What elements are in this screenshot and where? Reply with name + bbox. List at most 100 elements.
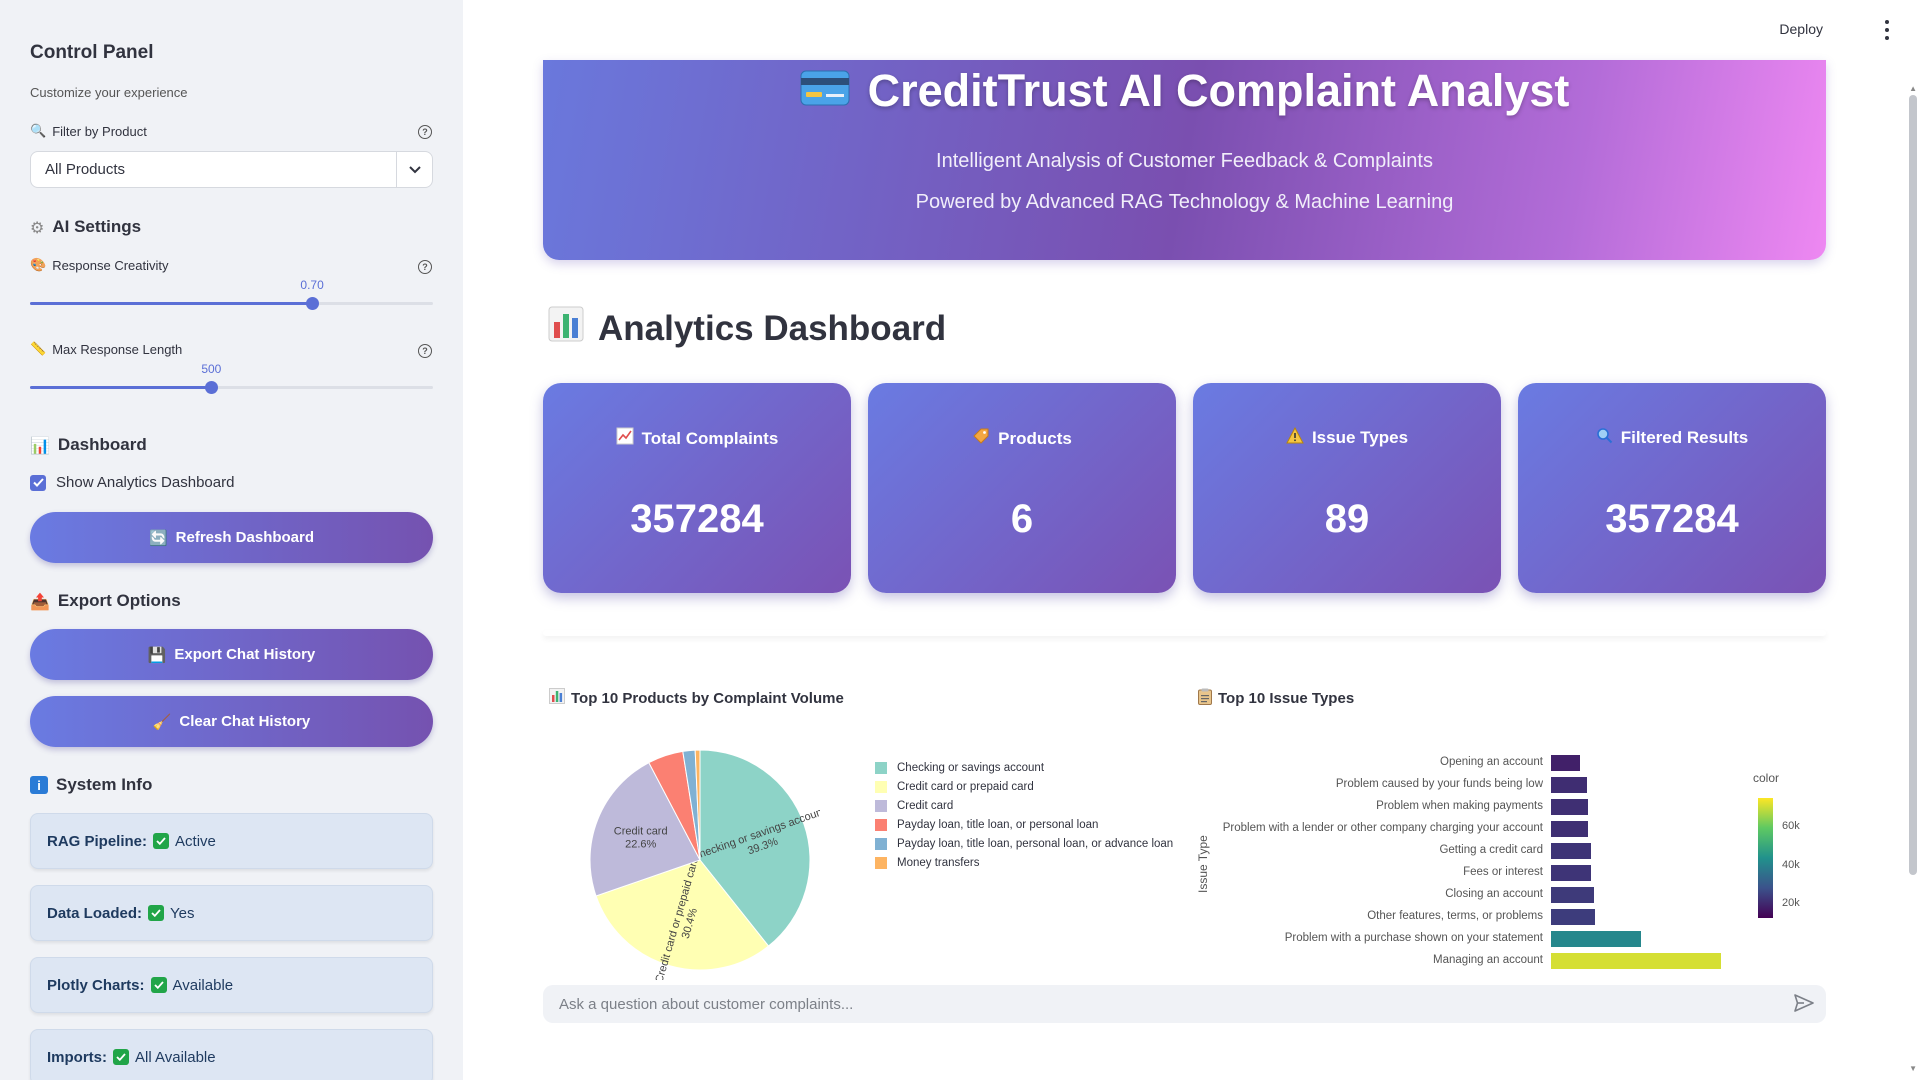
product-filter-select[interactable]: All Products (30, 151, 433, 188)
legend-swatch (875, 837, 887, 850)
bar[interactable] (1551, 953, 1721, 969)
bar-chart-title-row: Top 10 Issue Types (1198, 688, 1354, 709)
plotly-charts-status: Plotly Charts: Available (30, 957, 433, 1013)
more-menu-icon[interactable] (1884, 20, 1890, 40)
search-icon: 🔍 (30, 124, 47, 139)
bar[interactable] (1551, 865, 1591, 881)
check-icon (148, 905, 165, 921)
export-chat-button[interactable]: 💾 Export Chat History (30, 629, 433, 680)
bar-chart-icon (549, 688, 565, 708)
scroll-down-arrow[interactable]: ▼ (1909, 1064, 1917, 1073)
maxlen-value: 500 (201, 362, 222, 376)
legend-label: Credit card (897, 799, 954, 812)
metric-value: 6 (1010, 497, 1034, 541)
top-bar: Deploy (463, 0, 1920, 60)
show-dashboard-checkbox[interactable] (30, 474, 46, 491)
chevron-down-icon[interactable] (396, 152, 432, 187)
bar-category-label: Problem when making payments (1376, 800, 1543, 812)
warning-icon (1286, 426, 1304, 449)
creativity-value: 0.70 (300, 278, 324, 292)
legend-item[interactable]: Credit card or prepaid card (875, 777, 1173, 796)
help-icon[interactable]: ? (418, 125, 432, 139)
outbox-icon: 📤 (30, 591, 50, 611)
creativity-slider[interactable] (30, 293, 433, 313)
colorbar-tick: 20k (1782, 897, 1800, 909)
help-icon[interactable]: ? (418, 344, 432, 358)
bar[interactable] (1551, 799, 1589, 815)
bar[interactable] (1551, 821, 1589, 837)
legend-item[interactable]: Checking or savings account (875, 758, 1173, 777)
bar[interactable] (1551, 777, 1587, 793)
metric-card-issue-types: Issue Types 89 (1193, 383, 1501, 593)
metric-label-row: Total Complaints (543, 427, 851, 450)
bar[interactable] (1551, 755, 1581, 771)
help-icon[interactable]: ? (418, 260, 432, 274)
sysinfo-heading-row: i System Info (30, 775, 152, 795)
legend-swatch (875, 780, 887, 793)
colorbar-tick: 40k (1782, 859, 1800, 871)
show-dashboard-checkbox-row[interactable]: Show Analytics Dashboard (30, 474, 234, 491)
bar-category-label: Problem with a lender or other company c… (1222, 822, 1543, 834)
metric-label: Total Complaints (641, 428, 779, 448)
main-scrollbar[interactable] (1909, 95, 1917, 875)
info-value: All Available (135, 1048, 216, 1066)
bar[interactable] (1551, 931, 1642, 947)
creativity-label-row: 🎨 Response Creativity (30, 258, 169, 273)
bar[interactable] (1551, 909, 1595, 925)
legend-item[interactable]: Payday loan, title loan, or personal loa… (875, 815, 1173, 834)
colorbar (1758, 798, 1773, 918)
slider-thumb[interactable] (205, 381, 219, 394)
filter-label: Filter by Product (52, 124, 147, 139)
sidebar: Control Panel Customize your experience … (0, 0, 463, 1080)
legend-swatch (875, 856, 887, 869)
metric-card-filtered-results: Filtered Results 357284 (1518, 383, 1826, 593)
creativity-label: Response Creativity (52, 258, 169, 273)
maxlen-slider[interactable] (30, 377, 433, 397)
legend-item[interactable]: Payday loan, title loan, personal loan, … (875, 834, 1173, 853)
bar-category-label: Problem caused by your funds being low (1335, 778, 1543, 790)
bar[interactable] (1551, 887, 1594, 903)
legend-item[interactable]: Money transfers (875, 853, 1173, 872)
sidebar-subtitle: Customize your experience (30, 85, 188, 100)
tag-icon (972, 427, 990, 450)
bar-category-label: Other features, terms, or problems (1367, 910, 1543, 922)
deploy-button[interactable]: Deploy (1779, 21, 1823, 37)
legend-swatch (875, 761, 887, 774)
ruler-icon: 📏 (30, 342, 47, 357)
bar-chart-y-axis-title: Issue Type (1196, 835, 1210, 893)
product-filter-value: All Products (45, 161, 126, 178)
dashboard-title-row: Analytics Dashboard (548, 306, 946, 351)
clear-chat-label: Clear Chat History (179, 713, 311, 730)
metric-label: Filtered Results (1620, 428, 1749, 447)
sidebar-title: Control Panel (30, 42, 154, 63)
bar-chart-icon: 📊 (30, 435, 50, 455)
send-icon[interactable] (1794, 994, 1814, 1016)
search-icon (1596, 427, 1613, 449)
sysinfo-heading: System Info (56, 775, 153, 794)
bar[interactable] (1551, 843, 1591, 859)
chat-input[interactable]: Ask a question about customer complaints… (543, 985, 1826, 1023)
section-divider (543, 630, 1826, 636)
bar-category-label: Opening an account (1440, 756, 1543, 768)
metric-label: Products (998, 428, 1072, 448)
legend-item[interactable]: Credit card (875, 796, 1173, 815)
legend-swatch (875, 799, 887, 812)
palette-icon: 🎨 (30, 258, 47, 273)
refresh-dashboard-label: Refresh Dashboard (175, 529, 315, 546)
broom-icon: 🧹 (152, 712, 172, 731)
refresh-dashboard-button[interactable]: 🔄 Refresh Dashboard (30, 512, 433, 563)
show-dashboard-label: Show Analytics Dashboard (56, 474, 235, 491)
slider-fill (30, 302, 313, 305)
colorbar-tick: 60k (1782, 820, 1800, 832)
metric-card-products: Products 6 (868, 383, 1176, 593)
clear-chat-button[interactable]: 🧹 Clear Chat History (30, 696, 433, 747)
maxlen-label-row: 📏 Max Response Length (30, 342, 182, 357)
ai-settings-heading-row: ⚙ AI Settings (30, 217, 141, 237)
legend-label: Credit card or prepaid card (897, 780, 1034, 793)
metric-label: Issue Types (1311, 428, 1409, 447)
scroll-up-arrow[interactable]: ▲ (1909, 84, 1917, 93)
metric-value: 89 (1324, 497, 1370, 541)
slider-thumb[interactable] (306, 297, 320, 310)
metric-label-row: Filtered Results (1518, 427, 1826, 449)
maxlen-label: Max Response Length (52, 342, 183, 357)
